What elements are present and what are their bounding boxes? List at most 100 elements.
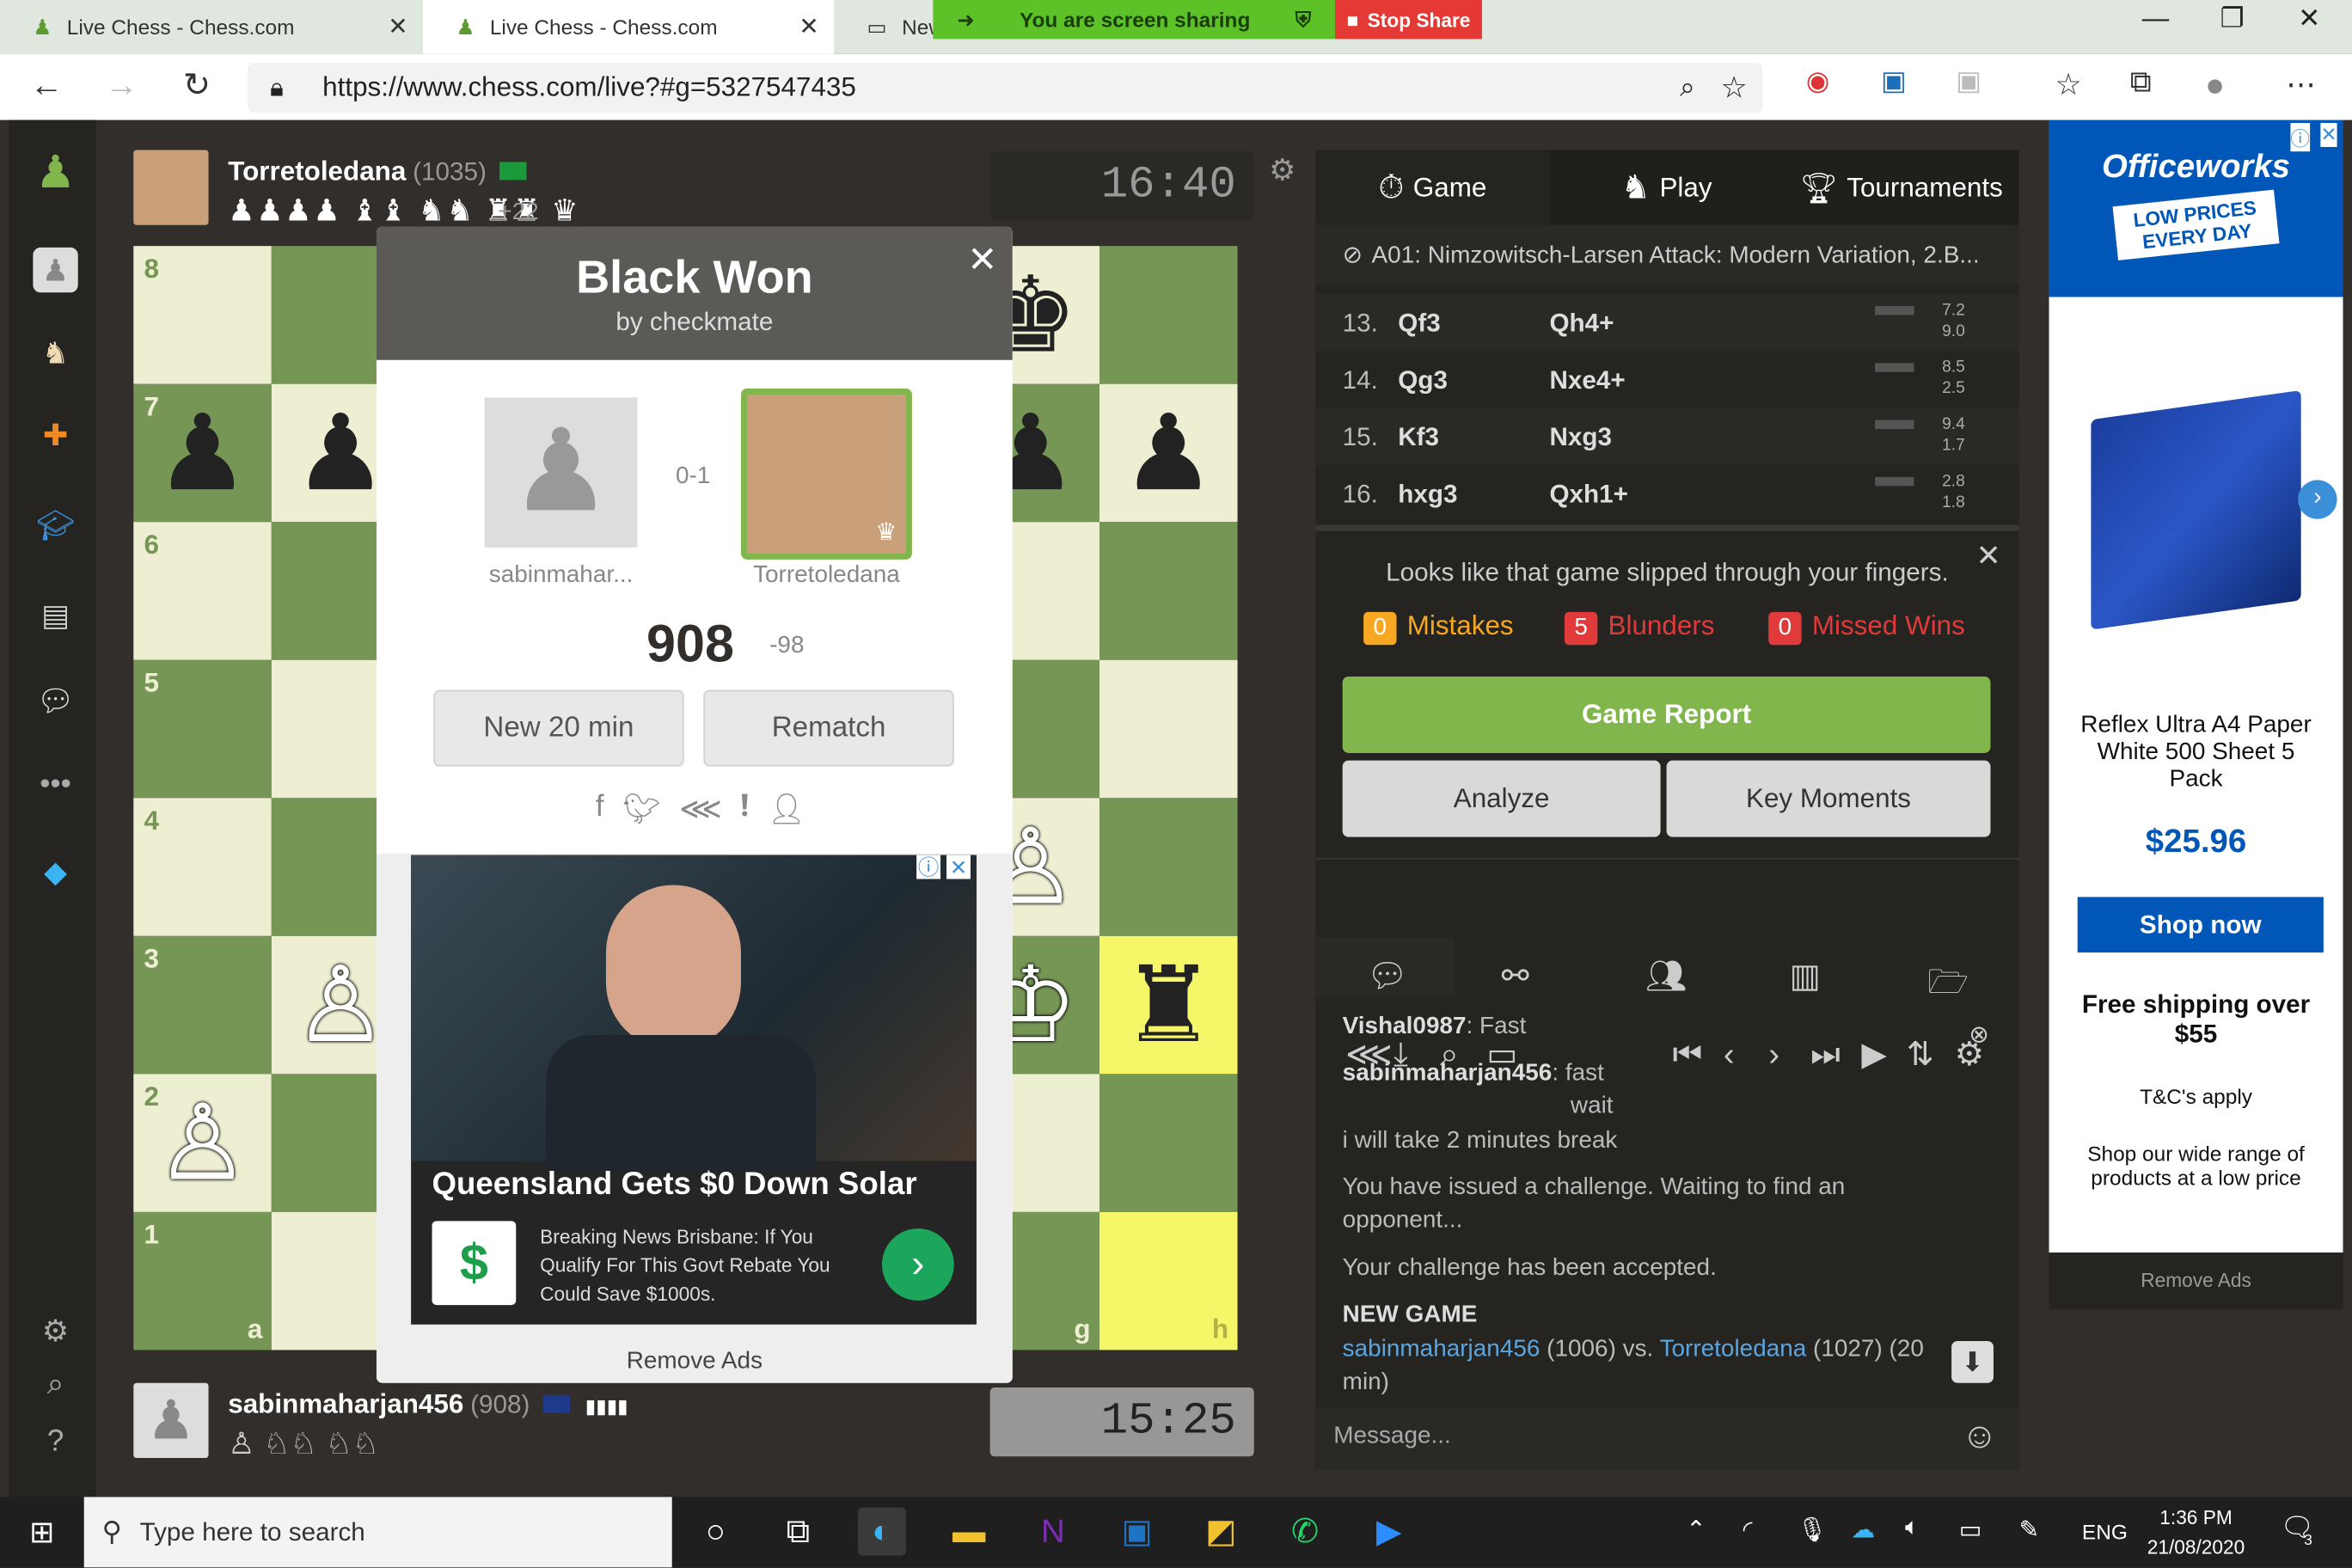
black-move[interactable]: Nxe4+ — [1549, 366, 1625, 396]
ad-info-icon[interactable]: ⓘ — [916, 854, 941, 879]
onedrive-icon[interactable]: ☁ — [1851, 1515, 1875, 1545]
favorite-star-icon[interactable]: ☆ — [1721, 69, 1748, 107]
board-settings-icon[interactable]: ⚙ — [1269, 151, 1295, 189]
white-piece[interactable]: ♙ — [133, 1074, 272, 1212]
ad-info-icon[interactable]: ⓘ — [2290, 123, 2311, 152]
close-modal-icon[interactable]: ✕ — [967, 238, 997, 282]
black-move[interactable]: Nxg3 — [1549, 423, 1612, 453]
profile-avatar-icon[interactable]: ● — [2205, 66, 2225, 105]
black-piece[interactable]: ♜ — [1099, 936, 1238, 1075]
tab-tournaments[interactable]: 🏆︎ Tournaments — [1783, 150, 2019, 225]
add-friend-icon[interactable]: 👤︎ — [768, 791, 805, 829]
stop-share-button[interactable]: ■ Stop Share — [1334, 0, 1482, 40]
black-piece[interactable]: ♟ — [133, 384, 272, 523]
learn-icon[interactable]: 🎓︎ — [33, 503, 77, 548]
settings-icon[interactable]: ⚙ — [33, 1308, 77, 1353]
board-square[interactable]: 8 — [133, 246, 272, 384]
clock[interactable]: 1:36 PM 21/08/2020 — [2136, 1503, 2257, 1563]
board-square[interactable] — [1099, 246, 1238, 384]
more-icon[interactable]: ••• — [33, 762, 77, 806]
taskbar-search-box[interactable]: ⚲ Type here to search — [83, 1497, 672, 1568]
restore-icon[interactable]: ❐ — [2220, 3, 2244, 34]
analyze-button[interactable]: Analyze — [1342, 760, 1661, 837]
windows-start-icon[interactable]: ⊞ — [18, 1508, 66, 1556]
refresh-icon[interactable]: ↻ — [183, 66, 211, 105]
close-tab-icon[interactable]: ✕ — [388, 12, 407, 42]
ad-close-icon[interactable]: ✕ — [946, 854, 971, 879]
sticky-notes-icon[interactable]: ◩ — [1197, 1508, 1245, 1556]
edge-icon[interactable]: ◐ — [858, 1507, 906, 1556]
zoom-icon[interactable]: ▶ — [1365, 1508, 1413, 1556]
board-square[interactable]: 3 — [133, 935, 272, 1075]
play-icon[interactable]: ♞ — [33, 330, 77, 375]
file-explorer-icon[interactable]: ▬ — [945, 1508, 993, 1556]
whatsapp-icon[interactable]: ✆ — [1281, 1508, 1329, 1556]
ad-next-icon[interactable]: › — [2298, 480, 2337, 519]
share-icon[interactable]: ⋘ — [679, 791, 722, 829]
top-player-name[interactable]: Torretoledana — [228, 156, 406, 186]
minimize-icon[interactable]: — — [2142, 3, 2169, 34]
events-icon[interactable]: 🗁︎ — [1927, 957, 1969, 1014]
board-square[interactable]: 1a — [133, 1211, 272, 1351]
message-input[interactable]: Message... ☺ — [1315, 1406, 2019, 1471]
board-square[interactable]: ♟ — [1099, 383, 1238, 523]
trello-icon[interactable]: ▣ — [1113, 1508, 1161, 1556]
show-hidden-icons[interactable]: ⌃ — [1686, 1515, 1706, 1545]
extension-icon[interactable]: ◉ — [1806, 66, 1829, 98]
leaderboard-icon[interactable]: ▥ — [1790, 957, 1821, 995]
board-square[interactable] — [1099, 1074, 1238, 1212]
white-move[interactable]: Qf3 — [1398, 309, 1440, 339]
onenote-icon[interactable]: N — [1029, 1508, 1077, 1556]
ad-close-icon[interactable]: ✕ — [2320, 123, 2337, 148]
top-player-avatar[interactable] — [133, 150, 209, 225]
news-icon[interactable]: ▤ — [33, 592, 77, 637]
ad-arrow-button[interactable]: › — [882, 1228, 954, 1301]
puzzles-icon[interactable]: ✚ — [33, 413, 77, 457]
browser-tab-3[interactable]: ▭ New — [834, 0, 944, 54]
board-square[interactable] — [1099, 659, 1238, 799]
bottom-player-avatar[interactable]: ♟ — [133, 1382, 209, 1459]
board-square[interactable]: h — [1099, 1211, 1238, 1351]
modal-ad[interactable]: ⓘ ✕ Queensland Gets $0 Down Solar $ Brea… — [411, 854, 977, 1325]
extension-s-icon[interactable]: ▣ — [1881, 66, 1907, 98]
back-icon[interactable]: ← — [30, 66, 63, 105]
remove-ads-link[interactable]: Remove Ads — [377, 1349, 1013, 1375]
board-square[interactable]: ♜ — [1099, 935, 1238, 1075]
forward-icon[interactable]: → — [105, 66, 138, 105]
emoji-icon[interactable]: ☺ — [1961, 1416, 1998, 1458]
opening-name[interactable]: ⊘ A01: Nimzowitsch-Larsen Attack: Modern … — [1315, 224, 2019, 285]
chess-logo-icon[interactable]: ♟ — [33, 148, 77, 198]
report-icon[interactable]: ❗︎ — [740, 791, 749, 829]
profile-avatar-icon[interactable]: ♟ — [33, 247, 78, 293]
board-square[interactable] — [1099, 798, 1238, 936]
board-square[interactable]: 7 ♟ — [133, 383, 272, 523]
browser-tab-1[interactable]: ♟ Live Chess - Chess.com ✕ — [0, 0, 424, 54]
social-icon[interactable]: 💬︎ — [33, 678, 77, 723]
board-square[interactable]: 2 ♙ — [133, 1074, 272, 1212]
side-ad[interactable]: Officeworks LOW PRICES EVERY DAY ⓘ ✕ › R… — [2049, 119, 2343, 1253]
black-move[interactable]: Qh4+ — [1549, 309, 1614, 339]
white-move[interactable]: Qg3 — [1398, 366, 1448, 396]
pen-icon[interactable]: ✎ — [2019, 1515, 2039, 1545]
task-view-icon[interactable]: ⧉ — [774, 1508, 822, 1556]
spectators-icon[interactable]: ⚯ — [1502, 957, 1529, 995]
facebook-icon[interactable]: f — [596, 791, 604, 829]
player-link[interactable]: Torretoledana — [1660, 1337, 1807, 1363]
board-square[interactable] — [1099, 522, 1238, 660]
remove-ads-link[interactable]: Remove Ads — [2049, 1252, 2343, 1310]
board-square[interactable]: 4 — [133, 798, 272, 936]
help-icon[interactable]: ? — [33, 1419, 77, 1464]
browser-tab-2[interactable]: ♟ Live Chess - Chess.com ✕ — [423, 0, 835, 54]
rematch-button[interactable]: Rematch — [703, 689, 954, 767]
scroll-down-button[interactable]: ⬇ — [1951, 1340, 1994, 1383]
wifi-icon[interactable]: ◜ — [1743, 1515, 1753, 1545]
microphone-icon[interactable]: 🎙︎ — [1797, 1515, 1827, 1545]
close-window-icon[interactable]: ✕ — [2298, 3, 2320, 34]
shop-now-button[interactable]: Shop now — [2077, 897, 2324, 953]
board-square[interactable]: 6 — [133, 522, 272, 660]
url-bar[interactable]: 🔒︎ https://www.chess.com/live?#g=5327547… — [247, 63, 1763, 113]
black-move[interactable]: Qxh1+ — [1549, 480, 1628, 510]
new-game-button[interactable]: New 20 min — [433, 689, 684, 767]
white-move[interactable]: hxg3 — [1398, 480, 1457, 510]
board-square[interactable]: 5 — [133, 659, 272, 799]
